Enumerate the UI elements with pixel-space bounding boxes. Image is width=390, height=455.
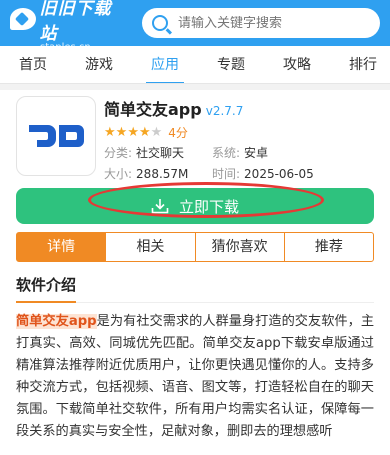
size-value: 288.57M — [136, 167, 189, 181]
description-highlight: 简单交友app — [16, 314, 97, 329]
app-detail-panel: 简单交友app v2.7.7 ★ ★ ★ ★ ★ 4分 分类: 社交聊天 系统: 安… — [0, 90, 390, 455]
app-icon — [16, 96, 96, 176]
star-icon: ★ — [127, 124, 139, 140]
section-heading: 软件介绍 — [16, 274, 374, 303]
app-rating: ★ ★ ★ ★ ★ 4分 — [104, 124, 374, 140]
time-value: 2025-06-05 — [244, 167, 314, 181]
system-value: 安卓 — [244, 146, 269, 160]
section-title: 软件介绍 — [16, 274, 77, 303]
nav-item-games[interactable]: 游戏 — [66, 46, 132, 83]
search-box[interactable] — [142, 8, 380, 38]
star-icon: ★ — [104, 124, 116, 140]
search-input[interactable] — [178, 15, 370, 31]
download-button[interactable]: 立即下载 — [16, 182, 374, 224]
tab-you-may-like[interactable]: 猜你喜欢 — [194, 233, 284, 261]
nav-item-topics[interactable]: 专题 — [198, 46, 264, 83]
rating-score: 4分 — [168, 125, 188, 140]
category-value[interactable]: 社交聊天 — [136, 146, 184, 160]
star-icon: ★ — [138, 124, 151, 140]
time-label: 时间: — [212, 167, 241, 181]
app-header: 简单交友app v2.7.7 ★ ★ ★ ★ ★ 4分 分类: 社交聊天 系统: 安… — [16, 90, 374, 181]
system-label: 系统: — [212, 146, 241, 160]
download-label: 立即下载 — [178, 197, 239, 216]
star-empty-icon: ★ — [150, 124, 163, 140]
app-version: v2.7.7 — [205, 104, 244, 118]
site-logo[interactable]: 旧旧下载站 staples.cn — [10, 0, 128, 53]
nav-item-home[interactable]: 首页 — [0, 46, 66, 83]
app-description: 简单交友app是为有社交需求的人群量身打造的交友软件，主打真实、高效、同城优先匹… — [16, 311, 374, 443]
category-label: 分类: — [104, 146, 133, 160]
logo-mark-icon — [10, 7, 36, 30]
app-logo-icon — [29, 125, 84, 147]
detail-tabs: 详情 相关 猜你喜欢 推荐 — [16, 232, 374, 262]
tab-details[interactable]: 详情 — [17, 233, 106, 261]
category-nav: 首页 游戏 应用 专题 攻略 排行 — [0, 46, 390, 84]
nav-item-apps[interactable]: 应用 — [132, 46, 198, 83]
nav-item-guides[interactable]: 攻略 — [264, 46, 330, 83]
search-icon[interactable] — [152, 15, 168, 31]
download-icon — [151, 199, 169, 214]
app-name: 简单交友app — [104, 100, 202, 119]
logo-text: 旧旧下载站 — [39, 0, 112, 44]
star-icon: ★ — [115, 124, 128, 140]
tab-recommended[interactable]: 推荐 — [283, 233, 373, 261]
size-label: 大小: — [104, 167, 133, 181]
top-header: 旧旧下载站 staples.cn — [0, 0, 390, 53]
nav-item-rankings[interactable]: 排行 — [330, 46, 390, 83]
tab-related[interactable]: 相关 — [105, 233, 194, 261]
description-text: 是为有社交需求的人群量身打造的交友软件，主打真实、高效、同城优先匹配。简单交友a… — [16, 314, 375, 439]
